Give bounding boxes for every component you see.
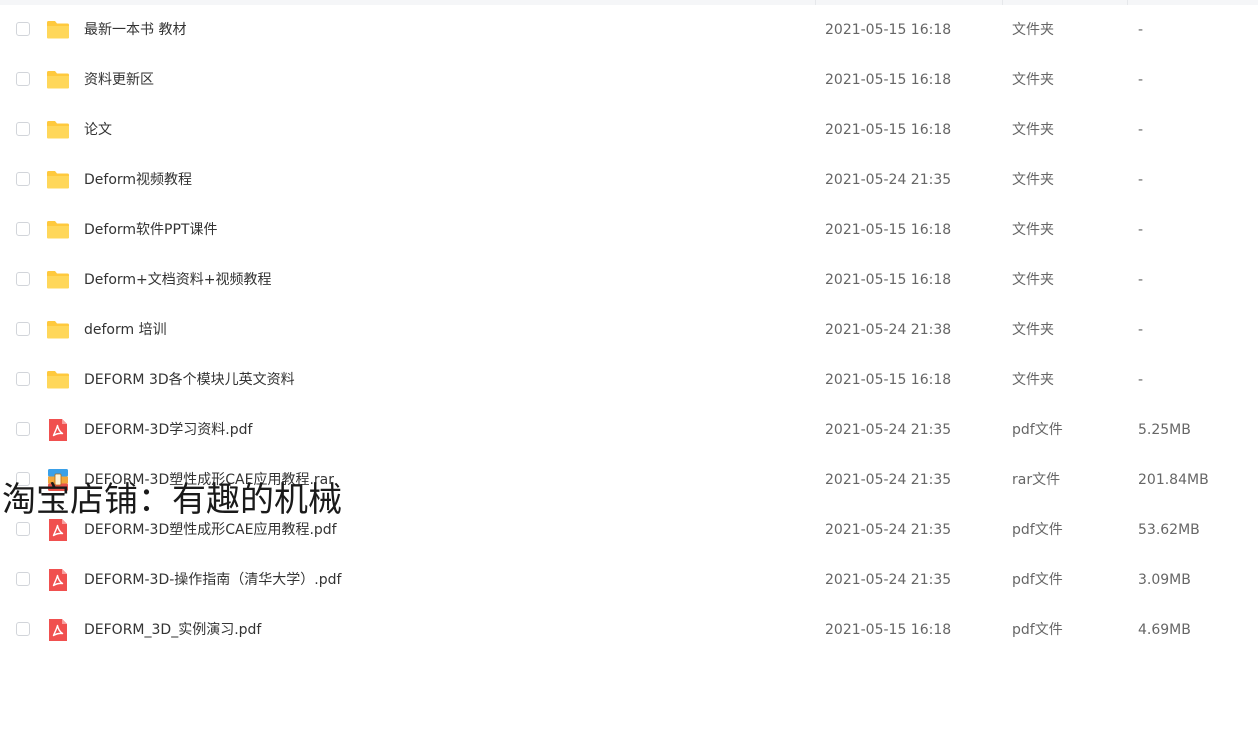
file-date: 2021-05-24 21:35 xyxy=(825,422,952,438)
folder-icon xyxy=(46,68,70,92)
file-date: 2021-05-15 16:18 xyxy=(825,22,952,38)
file-type: 文件夹 xyxy=(1012,372,1054,388)
file-name[interactable]: DEFORM 3D各个模块儿英文资料 xyxy=(84,371,295,389)
file-type: 文件夹 xyxy=(1012,122,1054,138)
file-date: 2021-05-15 16:18 xyxy=(825,372,952,388)
pdf-icon xyxy=(46,618,70,642)
row-checkbox[interactable] xyxy=(16,572,30,586)
file-type: 文件夹 xyxy=(1012,172,1054,188)
file-size: 53.62MB xyxy=(1138,522,1200,538)
row-checkbox[interactable] xyxy=(16,272,30,286)
folder-icon xyxy=(46,218,70,242)
file-name[interactable]: 资料更新区 xyxy=(84,71,154,89)
file-date: 2021-05-24 21:35 xyxy=(825,172,952,188)
file-type: 文件夹 xyxy=(1012,72,1054,88)
file-row[interactable]: Deform软件PPT课件 2021-05-15 16:18 文件夹 - xyxy=(0,205,1258,255)
file-name[interactable]: 最新一本书 教材 xyxy=(84,21,186,39)
file-date: 2021-05-15 16:18 xyxy=(825,272,952,288)
file-date: 2021-05-24 21:35 xyxy=(825,472,952,488)
file-date: 2021-05-15 16:18 xyxy=(825,222,952,238)
file-type: pdf文件 xyxy=(1012,622,1063,638)
file-name[interactable]: DEFORM-3D-操作指南（清华大学）.pdf xyxy=(84,571,341,589)
file-row[interactable]: 论文 2021-05-15 16:18 文件夹 - xyxy=(0,105,1258,155)
file-row[interactable]: DEFORM 3D各个模块儿英文资料 2021-05-15 16:18 文件夹 … xyxy=(0,355,1258,405)
file-row[interactable]: deform 培训 2021-05-24 21:38 文件夹 - xyxy=(0,305,1258,355)
file-name[interactable]: DEFORM-3D塑性成形CAE应用教程.pdf xyxy=(84,521,337,539)
pdf-icon xyxy=(46,418,70,442)
file-type: pdf文件 xyxy=(1012,522,1063,538)
file-size: 5.25MB xyxy=(1138,422,1191,438)
file-row[interactable]: DEFORM_3D_实例演习.pdf 2021-05-15 16:18 pdf文… xyxy=(0,605,1258,655)
file-size: - xyxy=(1138,322,1144,338)
file-size: 3.09MB xyxy=(1138,572,1191,588)
file-size: 201.84MB xyxy=(1138,472,1209,488)
file-type: 文件夹 xyxy=(1012,22,1054,38)
file-name[interactable]: DEFORM_3D_实例演习.pdf xyxy=(84,621,261,639)
file-size: - xyxy=(1138,272,1144,288)
file-type: 文件夹 xyxy=(1012,222,1054,238)
row-checkbox[interactable] xyxy=(16,22,30,36)
folder-icon xyxy=(46,368,70,392)
folder-icon xyxy=(46,168,70,192)
file-name[interactable]: DEFORM-3D学习资料.pdf xyxy=(84,421,252,439)
file-name[interactable]: Deform视频教程 xyxy=(84,171,192,189)
file-size: - xyxy=(1138,372,1144,388)
file-type: pdf文件 xyxy=(1012,572,1063,588)
file-type: 文件夹 xyxy=(1012,322,1054,338)
row-checkbox[interactable] xyxy=(16,172,30,186)
row-checkbox[interactable] xyxy=(16,622,30,636)
folder-icon xyxy=(46,18,70,42)
file-size: - xyxy=(1138,122,1144,138)
row-checkbox[interactable] xyxy=(16,372,30,386)
file-size: - xyxy=(1138,222,1144,238)
file-row[interactable]: Deform视频教程 2021-05-24 21:35 文件夹 - xyxy=(0,155,1258,205)
file-date: 2021-05-15 16:18 xyxy=(825,622,952,638)
pdf-icon xyxy=(46,568,70,592)
row-checkbox[interactable] xyxy=(16,422,30,436)
file-date: 2021-05-15 16:18 xyxy=(825,122,952,138)
file-date: 2021-05-24 21:38 xyxy=(825,322,952,338)
row-checkbox[interactable] xyxy=(16,522,30,536)
row-checkbox[interactable] xyxy=(16,72,30,86)
file-size: 4.69MB xyxy=(1138,622,1191,638)
file-row[interactable]: 资料更新区 2021-05-15 16:18 文件夹 - xyxy=(0,55,1258,105)
file-row[interactable]: 最新一本书 教材 2021-05-15 16:18 文件夹 - xyxy=(0,5,1258,55)
file-date: 2021-05-24 21:35 xyxy=(825,572,952,588)
file-name[interactable]: deform 培训 xyxy=(84,321,167,339)
file-date: 2021-05-15 16:18 xyxy=(825,72,952,88)
file-size: - xyxy=(1138,172,1144,188)
folder-icon xyxy=(46,318,70,342)
file-row[interactable]: DEFORM-3D-操作指南（清华大学）.pdf 2021-05-24 21:3… xyxy=(0,555,1258,605)
file-type: pdf文件 xyxy=(1012,422,1063,438)
file-date: 2021-05-24 21:35 xyxy=(825,522,952,538)
folder-icon xyxy=(46,268,70,292)
file-size: - xyxy=(1138,72,1144,88)
file-type: 文件夹 xyxy=(1012,272,1054,288)
watermark-text: 淘宝店铺：有趣的机械 xyxy=(2,480,342,520)
row-checkbox[interactable] xyxy=(16,222,30,236)
file-name[interactable]: 论文 xyxy=(84,121,112,139)
file-size: - xyxy=(1138,22,1144,38)
row-checkbox[interactable] xyxy=(16,122,30,136)
file-row[interactable]: Deform+文档资料+视频教程 2021-05-15 16:18 文件夹 - xyxy=(0,255,1258,305)
file-type: rar文件 xyxy=(1012,472,1061,488)
row-checkbox[interactable] xyxy=(16,322,30,336)
file-name[interactable]: Deform软件PPT课件 xyxy=(84,221,217,239)
folder-icon xyxy=(46,118,70,142)
file-name[interactable]: Deform+文档资料+视频教程 xyxy=(84,271,272,289)
file-row[interactable]: DEFORM-3D学习资料.pdf 2021-05-24 21:35 pdf文件… xyxy=(0,405,1258,455)
